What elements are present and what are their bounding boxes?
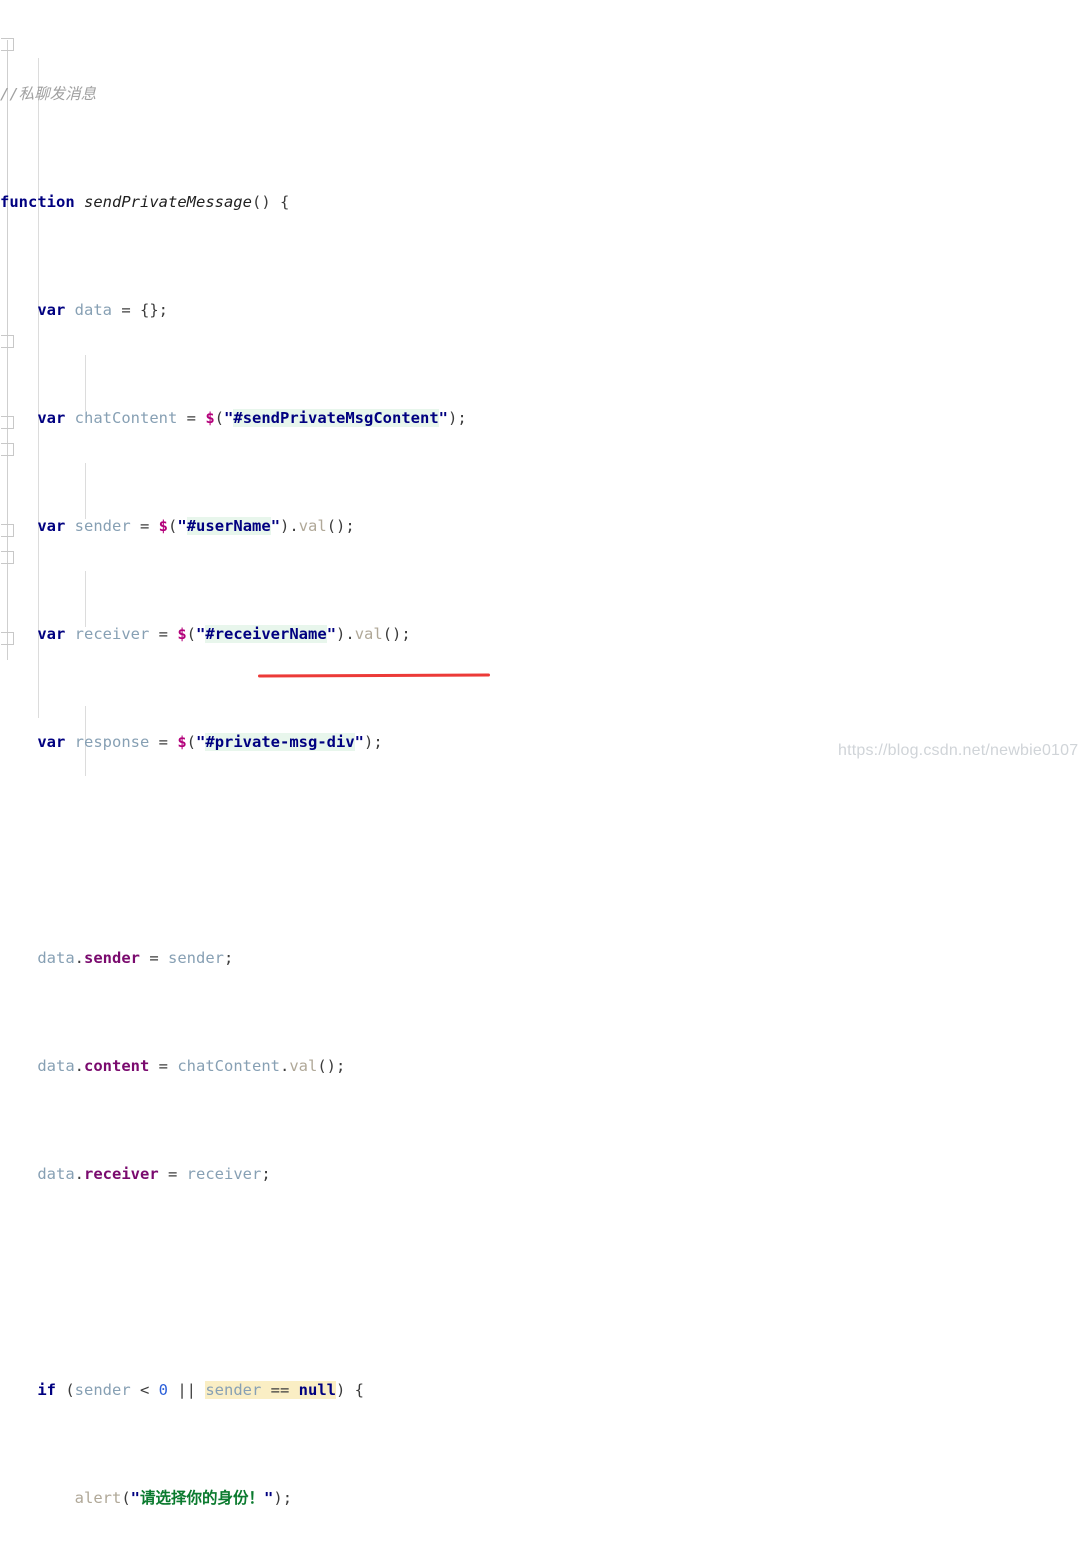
code-line[interactable]: alert("请选择你的身份！"); bbox=[0, 1485, 1086, 1512]
identifier-chatContent: chatContent bbox=[74, 409, 178, 427]
identifier-receiver: receiver bbox=[74, 625, 150, 643]
identifier-chatContent: chatContent bbox=[177, 1057, 280, 1075]
string-alert-identity: 请选择你的身份！ bbox=[140, 1489, 265, 1507]
code-line[interactable]: data.content = chatContent.val(); bbox=[0, 1053, 1086, 1080]
code-line-blank[interactable] bbox=[0, 1269, 1086, 1296]
keyword-var: var bbox=[37, 517, 66, 535]
selector-string: #sendPrivateMsgContent bbox=[233, 409, 439, 427]
keyword-var: var bbox=[37, 301, 66, 319]
identifier-sender: sender bbox=[74, 1381, 131, 1399]
method-val: val bbox=[289, 1057, 318, 1075]
method-val: val bbox=[298, 517, 327, 535]
number-literal: 0 bbox=[158, 1381, 169, 1399]
function-name-sendPrivateMessage: sendPrivateMessage bbox=[84, 193, 252, 211]
jquery-dollar: $ bbox=[205, 409, 215, 427]
property-sender: sender bbox=[84, 949, 140, 967]
jquery-dollar: $ bbox=[177, 733, 187, 751]
keyword-var: var bbox=[37, 625, 66, 643]
keyword-var: var bbox=[37, 733, 66, 751]
code-line[interactable]: if (sender < 0 || sender == null) { bbox=[0, 1377, 1086, 1404]
selector-string: #private-msg-div bbox=[205, 733, 355, 751]
code-line[interactable]: var response = $("#private-msg-div"); bbox=[0, 729, 1086, 756]
search-highlight-sender-null: sender == null bbox=[205, 1381, 336, 1399]
keyword-if: if bbox=[37, 1381, 56, 1399]
jquery-dollar: $ bbox=[177, 625, 187, 643]
selector-string: #receiverName bbox=[205, 625, 327, 643]
method-val: val bbox=[354, 625, 383, 643]
identifier-data: data bbox=[74, 301, 112, 319]
code-line[interactable]: //私聊发消息 bbox=[0, 81, 1086, 108]
code-line[interactable]: data.sender = sender; bbox=[0, 945, 1086, 972]
code-line-blank[interactable] bbox=[0, 837, 1086, 864]
selector-string: #userName bbox=[186, 517, 271, 535]
identifier-data: data bbox=[37, 1165, 75, 1183]
identifier-data: data bbox=[37, 1057, 75, 1075]
code-line[interactable]: var receiver = $("#receiverName").val(); bbox=[0, 621, 1086, 648]
property-content: content bbox=[84, 1057, 150, 1075]
keyword-var: var bbox=[37, 409, 66, 427]
code-editor-view[interactable]: //私聊发消息 function sendPrivateMessage() { … bbox=[0, 0, 1086, 1507]
code-line[interactable]: var data = {}; bbox=[0, 297, 1086, 324]
comment-token: //私聊发消息 bbox=[0, 85, 97, 103]
jquery-dollar: $ bbox=[158, 517, 169, 535]
identifier-response: response bbox=[74, 733, 150, 751]
identifier-sender: sender bbox=[168, 949, 224, 967]
identifier-sender: sender bbox=[74, 517, 131, 535]
code-content[interactable]: //私聊发消息 function sendPrivateMessage() { … bbox=[0, 0, 1086, 1507]
code-line[interactable]: data.receiver = receiver; bbox=[0, 1161, 1086, 1188]
keyword-function: function bbox=[0, 193, 75, 211]
code-line[interactable]: function sendPrivateMessage() { bbox=[0, 189, 1086, 216]
code-line[interactable]: var sender = $("#userName").val(); bbox=[0, 513, 1086, 540]
identifier-receiver: receiver bbox=[186, 1165, 262, 1183]
identifier-data: data bbox=[37, 949, 75, 967]
property-receiver: receiver bbox=[84, 1165, 159, 1183]
code-line[interactable]: var chatContent = $("#sendPrivateMsgCont… bbox=[0, 405, 1086, 432]
method-alert: alert bbox=[74, 1489, 122, 1507]
